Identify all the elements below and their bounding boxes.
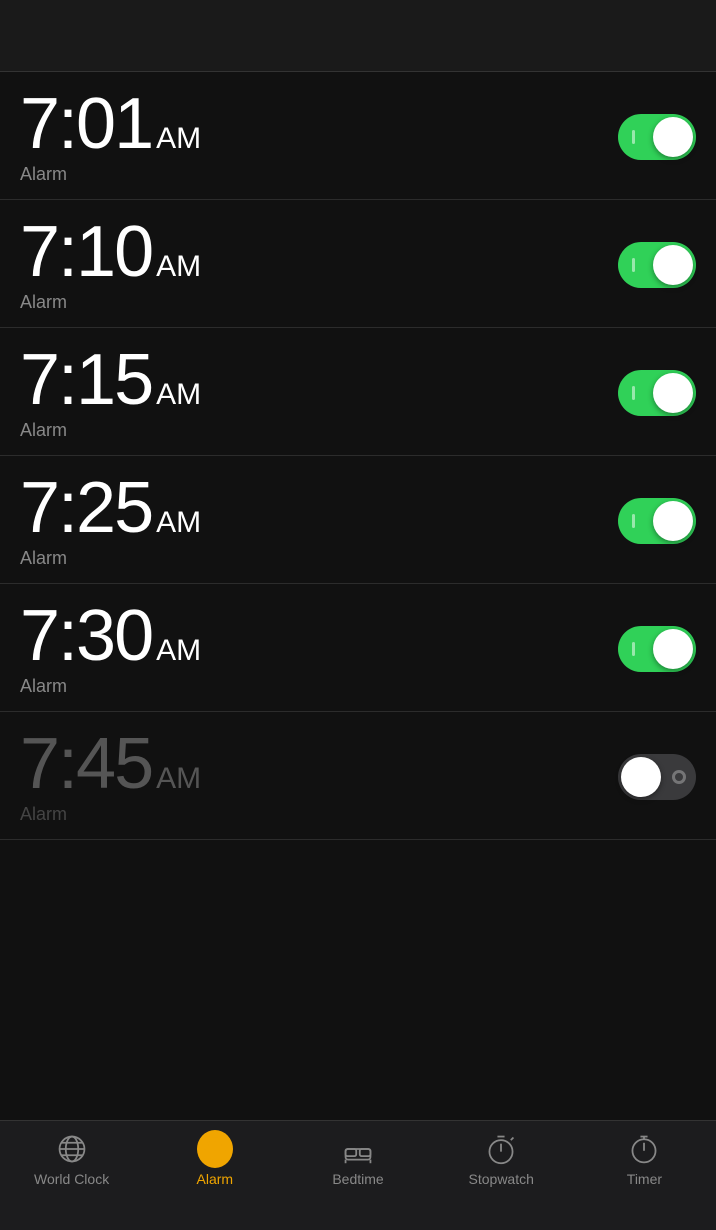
alarm-item-6[interactable]: 7:45 AM Alarm [0, 712, 716, 840]
world-clock-icon [54, 1131, 90, 1167]
alarm-label: Alarm [20, 420, 201, 441]
alarm-toggle-6[interactable] [618, 754, 696, 800]
tab-label-bedtime: Bedtime [332, 1171, 383, 1187]
toggle-indicator [632, 258, 635, 272]
toggle-indicator [632, 130, 635, 144]
toggle-indicator [632, 514, 635, 528]
tab-label-world-clock: World Clock [34, 1171, 109, 1187]
alarm-tab-icon [197, 1131, 233, 1167]
alarm-time-ampm: AM [156, 634, 201, 668]
timer-icon [626, 1131, 662, 1167]
toggle-knob [653, 629, 693, 669]
alarm-info: 7:01 AM Alarm [20, 88, 201, 185]
tab-timer[interactable]: Timer [573, 1131, 716, 1187]
alarm-time-ampm: AM [156, 122, 201, 156]
toggle-indicator [632, 642, 635, 656]
tab-world-clock[interactable]: World Clock [0, 1131, 143, 1187]
alarm-time: 7:25 AM [20, 472, 201, 544]
alarm-time-value: 7:10 [20, 216, 152, 288]
alarm-toggle-4[interactable] [618, 498, 696, 544]
alarm-time: 7:30 AM [20, 600, 201, 672]
stopwatch-icon [483, 1131, 519, 1167]
alarm-item-3[interactable]: 7:15 AM Alarm [0, 328, 716, 456]
alarm-label: Alarm [20, 164, 201, 185]
toggle-indicator [632, 386, 635, 400]
alarm-item-2[interactable]: 7:10 AM Alarm [0, 200, 716, 328]
alarm-info: 7:25 AM Alarm [20, 472, 201, 569]
alarm-item-4[interactable]: 7:25 AM Alarm [0, 456, 716, 584]
alarm-time-ampm: AM [156, 762, 201, 796]
alarm-item-1[interactable]: 7:01 AM Alarm [0, 72, 716, 200]
alarm-info: 7:45 AM Alarm [20, 728, 201, 825]
tab-label-alarm: Alarm [197, 1171, 234, 1187]
alarm-toggle-5[interactable] [618, 626, 696, 672]
alarm-time: 7:45 AM [20, 728, 201, 800]
alarm-time-ampm: AM [156, 250, 201, 284]
alarm-toggle-2[interactable] [618, 242, 696, 288]
tab-bar: World Clock Alarm Bedtime Stopwatch [0, 1120, 716, 1230]
toggle-knob [653, 373, 693, 413]
alarm-time: 7:15 AM [20, 344, 201, 416]
alarm-time-value: 7:30 [20, 600, 152, 672]
tab-label-stopwatch: Stopwatch [469, 1171, 534, 1187]
alarm-label: Alarm [20, 804, 201, 825]
toggle-indicator [672, 770, 686, 784]
alarm-label: Alarm [20, 548, 201, 569]
app-header [0, 0, 716, 72]
alarm-time-value: 7:15 [20, 344, 152, 416]
alarm-info: 7:10 AM Alarm [20, 216, 201, 313]
alarm-info: 7:30 AM Alarm [20, 600, 201, 697]
alarm-label: Alarm [20, 292, 201, 313]
toggle-knob [621, 757, 661, 797]
alarm-time-value: 7:01 [20, 88, 152, 160]
bedtime-icon [340, 1131, 376, 1167]
toggle-knob [653, 245, 693, 285]
alarm-toggle-1[interactable] [618, 114, 696, 160]
toggle-knob [653, 117, 693, 157]
alarm-time-ampm: AM [156, 506, 201, 540]
alarm-toggle-3[interactable] [618, 370, 696, 416]
toggle-knob [653, 501, 693, 541]
tab-alarm[interactable]: Alarm [143, 1131, 286, 1187]
tab-label-timer: Timer [627, 1171, 662, 1187]
tab-stopwatch[interactable]: Stopwatch [430, 1131, 573, 1187]
alarm-item-5[interactable]: 7:30 AM Alarm [0, 584, 716, 712]
alarm-info: 7:15 AM Alarm [20, 344, 201, 441]
alarm-list: 7:01 AM Alarm 7:10 AM Alarm [0, 72, 716, 840]
tab-bedtime[interactable]: Bedtime [286, 1131, 429, 1187]
alarm-time-value: 7:45 [20, 728, 152, 800]
alarm-time: 7:01 AM [20, 88, 201, 160]
alarm-label: Alarm [20, 676, 201, 697]
alarm-time-value: 7:25 [20, 472, 152, 544]
alarm-time-ampm: AM [156, 378, 201, 412]
alarm-time: 7:10 AM [20, 216, 201, 288]
